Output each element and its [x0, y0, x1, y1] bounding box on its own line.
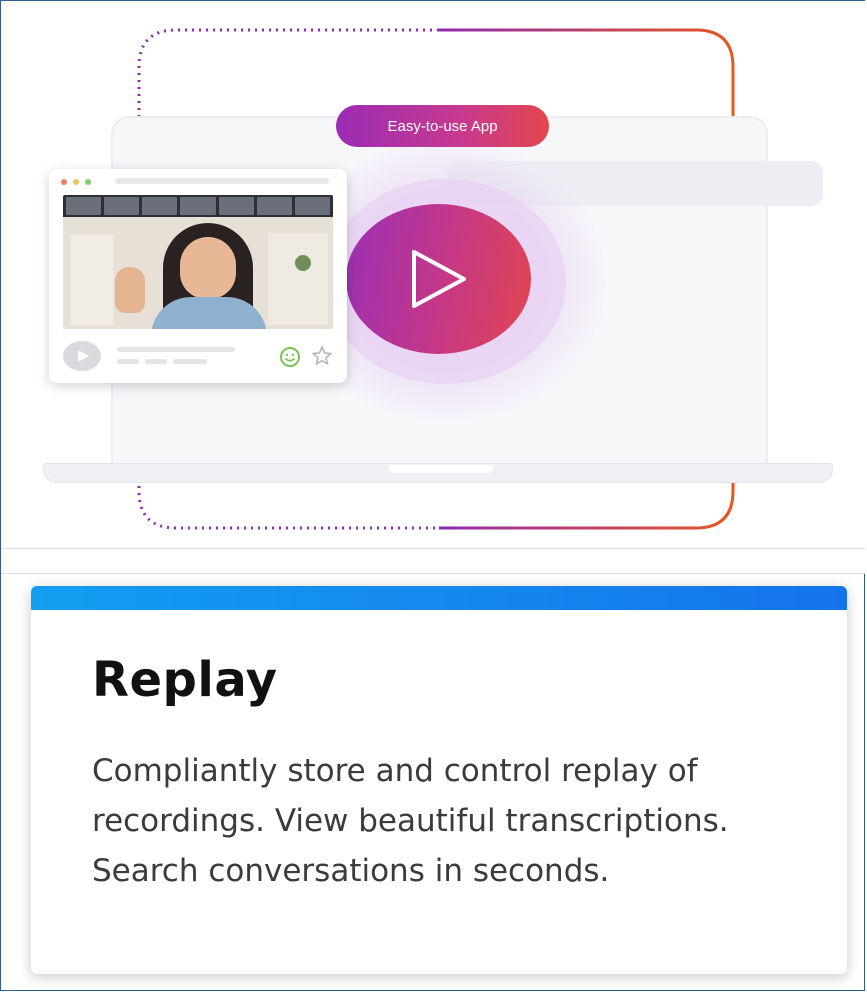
text-placeholder-line [117, 347, 235, 352]
card-play-icon[interactable] [63, 341, 101, 371]
feature-card-replay: Replay Compliantly store and control rep… [31, 586, 847, 974]
bookshelf-right [268, 233, 328, 325]
participant-thumbnail[interactable] [180, 197, 216, 215]
feature-description: Compliantly store and control replay of … [92, 753, 729, 889]
bookshelf-left [71, 235, 113, 325]
card-address-bar [115, 178, 329, 184]
easy-to-use-app-pill[interactable]: Easy-to-use App [336, 105, 549, 147]
section-divider [1, 548, 865, 574]
participant-thumbnail[interactable] [66, 197, 102, 215]
laptop-notch [389, 465, 493, 473]
star-icon[interactable] [311, 345, 333, 367]
play-icon [412, 250, 466, 308]
text-placeholder-line [145, 359, 167, 364]
window-dot-green [85, 179, 91, 185]
card-accent-bar [31, 586, 847, 610]
text-placeholder-line [117, 359, 139, 364]
waving-hand [115, 267, 145, 313]
person-face [180, 237, 236, 299]
participant-thumbnail[interactable] [256, 197, 292, 215]
window-dot-red [61, 179, 67, 185]
hero-illustration: Easy-to-use App [1, 1, 865, 548]
smile-icon[interactable] [279, 346, 301, 368]
video-feed[interactable] [63, 195, 333, 329]
plant [295, 255, 311, 271]
participant-thumbnail[interactable] [294, 197, 330, 215]
video-call-card [49, 169, 347, 383]
window-dot-yellow [73, 179, 79, 185]
participant-thumbnail[interactable] [104, 197, 140, 215]
text-placeholder-line [173, 359, 207, 364]
feature-title: Replay [92, 652, 278, 708]
participant-thumbnails [63, 195, 333, 217]
participant-thumbnail[interactable] [142, 197, 178, 215]
play-button[interactable] [346, 204, 531, 354]
participant-thumbnail[interactable] [218, 197, 254, 215]
